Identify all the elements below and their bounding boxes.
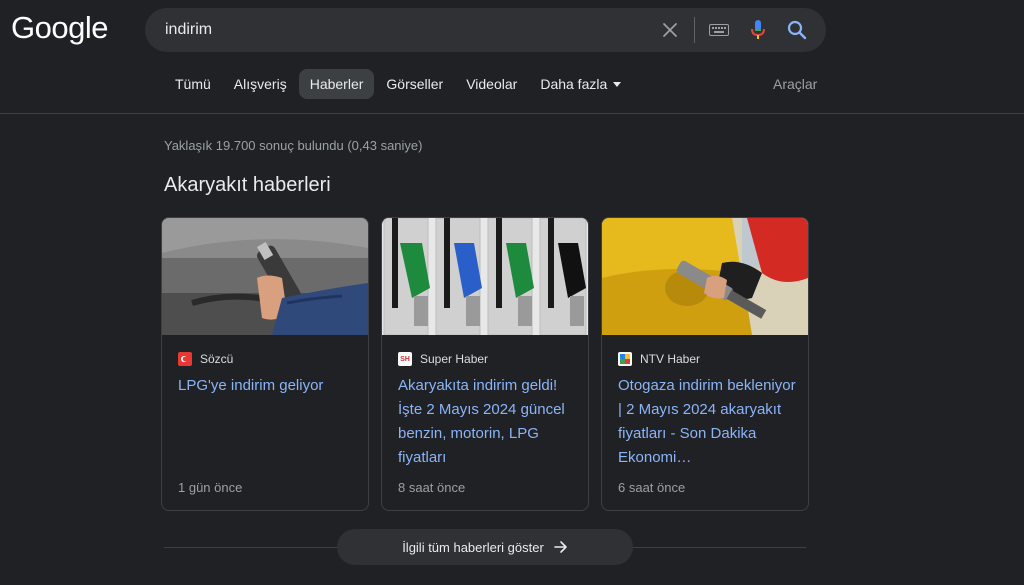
divider-left <box>164 547 338 548</box>
tab-images[interactable]: Görseller <box>375 69 454 99</box>
caret-down-icon <box>613 82 622 87</box>
news-thumbnail[interactable] <box>382 218 588 335</box>
news-time: 8 saat önce <box>398 480 466 495</box>
header-divider <box>0 113 1024 114</box>
news-card[interactable]: Sözcü LPG'ye indirim geliyor 1 gün önce <box>161 217 369 511</box>
news-time: 6 saat önce <box>618 480 686 495</box>
tab-more[interactable]: Daha fazla <box>529 69 632 99</box>
result-stats: Yaklaşık 19.700 sonuç bulundu (0,43 sani… <box>164 138 423 153</box>
show-all-news-button[interactable]: İlgili tüm haberleri göster <box>337 529 633 565</box>
news-title-link[interactable]: Akaryakıta indirim geldi! İşte 2 Mayıs 2… <box>398 374 578 470</box>
search-divider <box>694 17 695 43</box>
show-all-news-label: İlgili tüm haberleri göster <box>402 539 544 555</box>
clear-icon[interactable] <box>657 8 683 52</box>
keyboard-icon[interactable] <box>706 8 732 52</box>
news-source-name: Super Haber <box>420 352 489 366</box>
arrow-right-icon <box>554 540 568 554</box>
microphone-icon[interactable] <box>746 8 770 52</box>
tab-videos[interactable]: Videolar <box>455 69 528 99</box>
news-thumbnail[interactable] <box>602 218 808 335</box>
news-source-name: NTV Haber <box>640 352 701 366</box>
tab-shopping[interactable]: Alışveriş <box>223 69 298 99</box>
news-source: Sözcü <box>178 351 233 367</box>
news-card[interactable]: SH Super Haber Akaryakıta indirim geldi!… <box>381 217 589 511</box>
news-title-link[interactable]: Otogaza indirim bekleniyor | 2 Mayıs 202… <box>618 374 798 470</box>
news-source: NTV Haber <box>618 351 700 367</box>
tab-news[interactable]: Haberler <box>298 69 375 99</box>
news-card[interactable]: NTV Haber Otogaza indirim bekleniyor | 2… <box>601 217 809 511</box>
tab-all[interactable]: Tümü <box>164 69 222 99</box>
tools-button[interactable]: Araçlar <box>773 76 817 92</box>
news-source: SH Super Haber <box>398 351 488 367</box>
tab-more-label: Daha fazla <box>540 76 608 92</box>
search-icon[interactable] <box>784 8 810 52</box>
superhaber-favicon-icon: SH <box>398 352 412 366</box>
search-tabs: Tümü Alışveriş Haberler Görseller Videol… <box>164 69 633 99</box>
section-title: Akaryakıt haberleri <box>164 174 331 196</box>
divider-right <box>632 547 806 548</box>
google-logo[interactable]: Google <box>11 10 108 46</box>
header: Google indirim Tümü Alışveriş Haberler G… <box>0 0 1024 113</box>
news-time: 1 gün önce <box>178 480 243 495</box>
news-source-name: Sözcü <box>200 352 234 366</box>
search-input[interactable] <box>165 8 645 52</box>
search-box[interactable] <box>145 8 826 52</box>
news-thumbnail[interactable] <box>162 218 368 335</box>
sozcu-favicon-icon <box>178 352 192 366</box>
news-title-link[interactable]: LPG'ye indirim geliyor <box>178 374 358 398</box>
ntv-favicon-icon <box>618 352 632 366</box>
